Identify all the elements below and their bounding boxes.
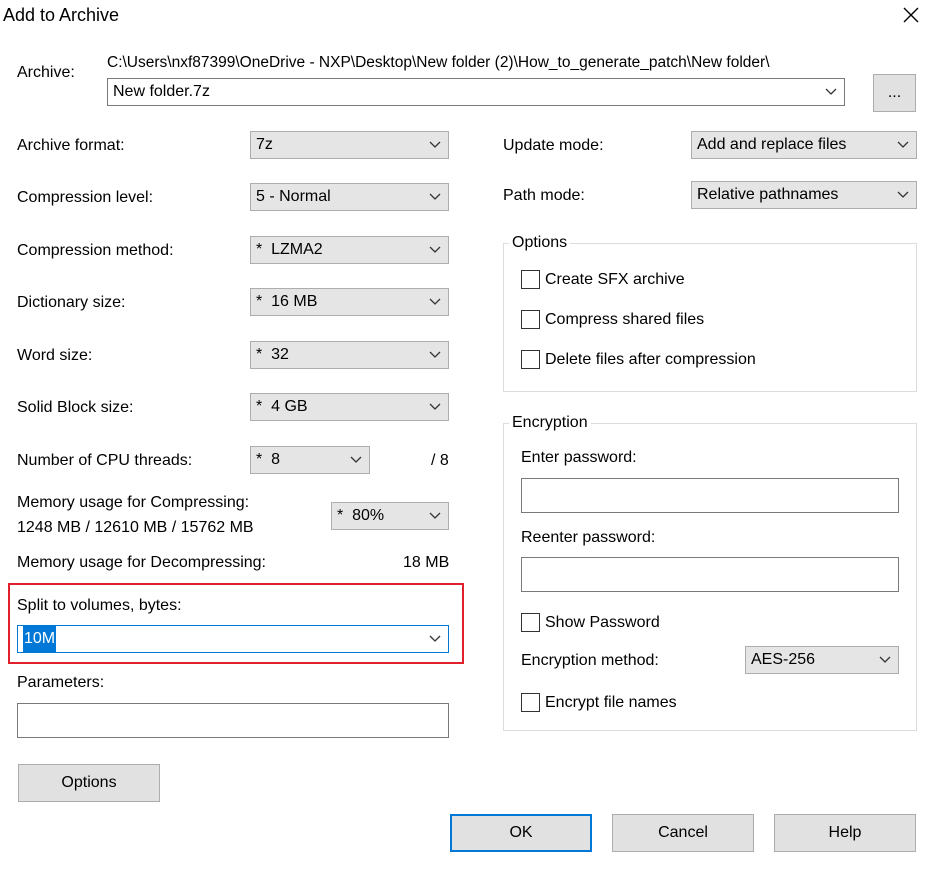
compression-level-combo[interactable]: 5 - Normal [250,183,449,211]
chevron-down-icon [428,626,442,652]
compression-method-label: Compression method: [17,242,174,259]
update-mode-label: Update mode: [503,137,604,154]
memory-compress-combo[interactable]: * 80% [331,502,449,530]
word-size-label: Word size: [17,347,93,364]
chevron-down-icon [428,184,442,210]
path-mode-combo[interactable]: Relative pathnames [691,181,917,209]
memory-decompress-value: 18 MB [403,554,450,571]
archive-filename-value: New folder.7z [113,83,210,100]
path-mode-label: Path mode: [503,187,585,204]
options-button[interactable]: Options [18,764,160,802]
chevron-down-icon [428,394,442,420]
cpu-threads-combo[interactable]: * 8 [250,446,370,474]
chevron-down-icon [428,237,442,263]
encrypt-names-label: Encrypt file names [545,694,677,711]
split-volumes-label: Split to volumes, bytes: [17,597,182,614]
chevron-down-icon [349,447,363,473]
parameters-input[interactable] [17,703,449,738]
dictionary-size-label: Dictionary size: [17,294,126,311]
path-mode-value: Relative pathnames [697,186,839,203]
browse-button[interactable]: ... [873,74,916,112]
cancel-button[interactable]: Cancel [612,814,754,852]
update-mode-value: Add and replace files [697,136,847,153]
archive-path: C:\Users\nxf87399\OneDrive - NXP\Desktop… [107,54,770,71]
compression-method-combo[interactable]: * LZMA2 [250,236,449,264]
ok-button[interactable]: OK [450,814,592,852]
encryption-method-value: AES-256 [751,651,816,668]
split-volumes-combo[interactable]: 10M [17,625,449,653]
archive-label: Archive: [17,64,75,81]
memory-decompress-label: Memory usage for Decompressing: [17,554,266,571]
archive-format-value: 7z [256,136,273,153]
archive-format-label: Archive format: [17,137,125,154]
memory-compress-label: Memory usage for Compressing: [17,494,250,511]
archive-format-combo[interactable]: 7z [250,131,449,159]
solid-block-size-combo[interactable]: * 4 GB [250,393,449,421]
create-sfx-checkbox[interactable] [521,270,540,289]
update-mode-combo[interactable]: Add and replace files [691,131,917,159]
chevron-down-icon [896,182,910,208]
chevron-down-icon [428,132,442,158]
enter-password-input[interactable] [521,478,899,513]
window-title: Add to Archive [3,5,120,25]
word-size-combo[interactable]: * 32 [250,341,449,369]
reenter-password-input[interactable] [521,557,899,592]
cpu-threads-value: * 8 [256,451,281,468]
chevron-down-icon [428,342,442,368]
dictionary-size-combo[interactable]: * 16 MB [250,288,449,316]
reenter-password-label: Reenter password: [521,529,656,546]
encryption-method-label: Encryption method: [521,652,659,669]
delete-after-checkbox[interactable] [521,350,540,369]
enter-password-label: Enter password: [521,449,637,466]
split-volumes-value: 10M [23,626,57,652]
word-size-value: * 32 [256,346,289,363]
encryption-group-title: Encryption [509,414,591,432]
dictionary-size-value: * 16 MB [256,293,318,310]
close-icon[interactable] [900,4,922,26]
help-button[interactable]: Help [774,814,916,852]
cpu-threads-label: Number of CPU threads: [17,452,193,469]
compress-shared-checkbox[interactable] [521,310,540,329]
show-password-checkbox[interactable] [521,613,540,632]
chevron-down-icon [428,503,442,529]
compression-level-value: 5 - Normal [256,188,331,205]
compression-method-value: * LZMA2 [256,241,323,258]
parameters-label: Parameters: [17,674,105,691]
solid-block-size-value: * 4 GB [256,398,308,415]
cpu-threads-max: / 8 [431,452,449,469]
compression-level-label: Compression level: [17,189,154,206]
compress-shared-label: Compress shared files [545,311,705,328]
encryption-method-combo[interactable]: AES-256 [745,646,899,674]
encrypt-names-checkbox[interactable] [521,693,540,712]
show-password-label: Show Password [545,614,660,631]
memory-compress-detail: 1248 MB / 12610 MB / 15762 MB [17,519,254,536]
options-group-title: Options [509,234,571,252]
delete-after-label: Delete files after compression [545,351,756,368]
chevron-down-icon [824,79,838,105]
archive-filename-combo[interactable]: New folder.7z [107,78,845,106]
memory-compress-value: * 80% [337,507,385,524]
create-sfx-label: Create SFX archive [545,271,685,288]
solid-block-size-label: Solid Block size: [17,399,134,416]
chevron-down-icon [896,132,910,158]
chevron-down-icon [878,647,892,673]
chevron-down-icon [428,289,442,315]
